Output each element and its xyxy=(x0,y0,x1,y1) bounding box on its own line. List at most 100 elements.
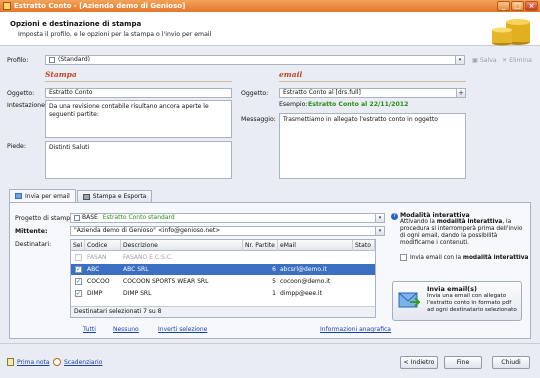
select-all-link[interactable]: Tutti xyxy=(83,326,96,333)
col-stato[interactable]: Stato xyxy=(353,240,375,251)
invert-selection-link[interactable]: Inverti selezione xyxy=(158,326,207,333)
mittente-select[interactable]: "Azienda demo di Genioso" <info@genioso.… xyxy=(70,226,385,236)
row-checkbox[interactable]: ✓ xyxy=(75,278,82,285)
send-title: Invia email(s) xyxy=(427,285,477,293)
chevron-down-icon[interactable]: ▾ xyxy=(375,227,384,235)
col-partite[interactable]: Nr. Partite xyxy=(243,240,278,251)
chevron-down-icon[interactable]: ▾ xyxy=(375,214,384,222)
tab-strip: Invia per email Stampa e Esporta xyxy=(9,189,153,202)
table-row[interactable]: ✓ ABC ABC SRL 6 abcsrl@demo.it xyxy=(71,264,375,275)
tab-stampa-esporta-label: Stampa e Esporta xyxy=(92,193,147,200)
maximize-button[interactable]: □ xyxy=(511,1,524,11)
row-codice: DIMP xyxy=(87,290,103,297)
chevron-down-icon[interactable]: ▾ xyxy=(455,56,464,64)
messaggio-label: Messaggio: xyxy=(241,116,276,123)
email-oggetto-label: Oggetto: xyxy=(241,90,269,97)
stampa-separator xyxy=(45,81,232,82)
piede-label: Piede: xyxy=(7,143,26,150)
table-row[interactable]: FASAN FASANO E C.S.C. xyxy=(71,252,375,263)
tab-stampa-esporta[interactable]: Stampa e Esporta xyxy=(76,190,153,202)
send-emails-button[interactable]: Invia email(s) Invia una email con alleg… xyxy=(392,281,522,321)
select-none-link[interactable]: Nessuno xyxy=(113,326,139,333)
insert-field-button[interactable]: + xyxy=(456,89,465,97)
row-email: abcsrl@demo.it xyxy=(280,266,327,273)
email-oggetto-value: Estratto Conto al [drs.full] xyxy=(283,89,361,96)
row-checkbox[interactable]: ✓ xyxy=(75,266,82,273)
interactive-mode-label: Invia email con la modalità interattiva xyxy=(410,255,528,261)
save-profile-button[interactable]: ▣ Salva xyxy=(472,57,497,64)
row-stato xyxy=(353,264,375,275)
stampa-oggetto-label: Oggetto: xyxy=(7,90,35,97)
finish-button[interactable]: Fine xyxy=(444,356,482,369)
row-descrizione: COCOON SPORTS WEAR SRL xyxy=(123,278,209,285)
row-partite: 1 xyxy=(272,290,276,297)
row-stato xyxy=(353,252,375,263)
col-codice[interactable]: Codice xyxy=(85,240,121,251)
title-bar: Estratto Conto - [Azienda demo di Genios… xyxy=(0,0,540,12)
destinatari-grid[interactable]: Sel Codice Descrizione Nr. Partite eMail… xyxy=(70,239,376,318)
scadenziario-link[interactable]: Scadenziario xyxy=(64,359,102,366)
close-dialog-button[interactable]: Chiudi xyxy=(492,356,530,369)
help-icon: ? xyxy=(391,213,398,220)
window-title: Estratto Conto - [Azienda demo di Genios… xyxy=(14,2,186,10)
table-row[interactable]: ✓ DIMP DIMP SRL 1 dimpp@eee.it xyxy=(71,288,375,299)
journal-icon xyxy=(7,358,14,366)
stampa-oggetto-input[interactable]: Estratto Conto xyxy=(45,88,232,98)
grid-footer: Destinatari selezionati 7 su 8 xyxy=(71,306,375,317)
profile-select[interactable]: (Standard) ▾ xyxy=(45,55,465,65)
minimize-button[interactable]: _ xyxy=(497,1,510,11)
delete-profile-button[interactable]: ✕ Elimina xyxy=(502,57,532,64)
interactive-mode-checkbox[interactable] xyxy=(400,254,407,261)
row-codice: FASAN xyxy=(87,254,107,261)
row-checkbox[interactable] xyxy=(75,254,82,261)
row-email: dimpp@eee.it xyxy=(280,290,322,297)
piede-textarea[interactable]: Distinti Saluti xyxy=(45,141,232,179)
email-icon xyxy=(15,193,22,199)
back-button[interactable]: < Indietro xyxy=(400,356,438,369)
coins-icon xyxy=(492,19,530,46)
send-description: Invia una email con allegato l'estratto … xyxy=(427,293,517,313)
modalita-description: Attivando la modalità interattiva, la pr… xyxy=(400,219,525,247)
col-email[interactable]: eMail xyxy=(278,240,353,251)
progetto-label: Progetto di stampa: xyxy=(15,215,77,222)
mittente-value: "Azienda demo di Genioso" <info@genioso.… xyxy=(74,227,221,234)
row-stato xyxy=(353,288,375,299)
mittente-label: Mittente: xyxy=(15,228,48,235)
prima-nota-link[interactable]: Prima nota xyxy=(17,359,50,366)
grid-header: Sel Codice Descrizione Nr. Partite eMail… xyxy=(71,240,375,251)
close-button[interactable]: × xyxy=(525,1,538,11)
row-partite: 6 xyxy=(272,266,276,273)
clock-icon xyxy=(53,358,61,366)
row-codice: COCOO xyxy=(87,278,110,285)
profile-value: (Standard) xyxy=(58,56,90,63)
email-oggetto-input[interactable]: Estratto Conto al [drs.full] + xyxy=(279,88,466,98)
interactive-mode-label-pre: Invia email con la xyxy=(410,255,463,261)
intestazione-label: Intestazione: xyxy=(7,102,47,109)
row-email xyxy=(278,252,353,263)
printer-icon xyxy=(82,193,90,200)
email-section-title: email xyxy=(279,70,303,79)
anagrafica-link[interactable]: Informazioni anagrafica xyxy=(320,326,391,333)
progetto-tag: BASE xyxy=(82,214,98,221)
row-codice: ABC xyxy=(87,266,100,273)
modalita-text-pre: Attivando la xyxy=(400,219,437,225)
modalita-title: Modalità interattiva xyxy=(400,212,470,219)
header-subtitle: Imposta il profilo, e le opzioni per la … xyxy=(18,31,212,38)
col-descrizione[interactable]: Descrizione xyxy=(121,240,243,251)
tab-invia-email[interactable]: Invia per email xyxy=(9,189,76,202)
tab-invia-email-label: Invia per email xyxy=(25,192,70,200)
intestazione-textarea[interactable]: Da una revisione contabile risultano anc… xyxy=(45,100,232,138)
table-row[interactable]: ✓ COCOO COCOON SPORTS WEAR SRL 5 cocoon@… xyxy=(71,276,375,287)
col-sel[interactable]: Sel xyxy=(71,240,85,251)
profile-icon xyxy=(49,56,55,63)
interactive-mode-label-bold: modalità interattiva xyxy=(462,255,529,261)
document-icon xyxy=(74,214,80,221)
progetto-select[interactable]: BASE Estratto Conto standard ▾ xyxy=(70,213,385,223)
header-title: Opzioni e destinazione di stampa xyxy=(10,20,142,28)
row-checkbox[interactable]: ✓ xyxy=(75,290,82,297)
email-separator xyxy=(279,81,466,82)
messaggio-textarea[interactable]: Trasmettiamo in allegato l'estratto cont… xyxy=(279,113,466,179)
row-partite xyxy=(243,252,278,263)
row-stato xyxy=(353,276,375,287)
row-descrizione: DIMP SRL xyxy=(123,290,152,297)
